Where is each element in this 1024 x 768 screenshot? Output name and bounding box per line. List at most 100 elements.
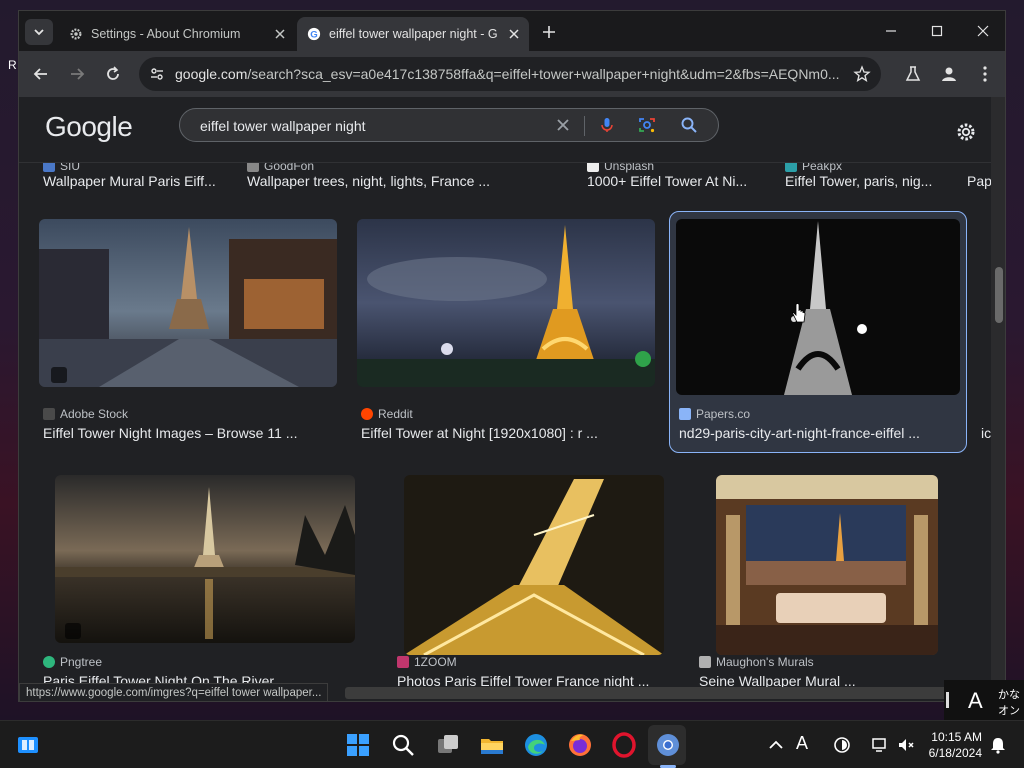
- close-window-icon[interactable]: [975, 23, 991, 39]
- file-explorer-icon[interactable]: [478, 731, 506, 759]
- source-name: Maughon's Murals: [716, 655, 814, 669]
- search-icon[interactable]: [680, 116, 698, 134]
- source-favicon: [679, 408, 691, 420]
- result-source: Maughon's Murals: [699, 655, 814, 669]
- profile-icon[interactable]: [939, 64, 959, 84]
- kebab-menu-icon[interactable]: [975, 64, 995, 84]
- image-badge-icon: [51, 367, 67, 383]
- clock-time: 10:15 AM: [931, 730, 982, 744]
- horizontal-scrollbar[interactable]: [345, 687, 955, 699]
- close-icon[interactable]: [273, 27, 287, 41]
- result-caption[interactable]: Wallpaper Mural Paris Eiff...: [43, 173, 229, 189]
- result-source: Reddit: [361, 407, 413, 421]
- tab-title: eiffel tower wallpaper night - G: [329, 27, 498, 41]
- search-divider: [584, 116, 585, 136]
- result-caption[interactable]: Eiffel Tower, paris, nig...: [785, 173, 941, 189]
- result-thumbnail[interactable]: [357, 219, 655, 387]
- result-thumbnail[interactable]: [404, 475, 664, 655]
- browser-window: Settings - About Chromium G eiffel tower…: [18, 10, 1006, 702]
- ime-mode-letter[interactable]: A: [968, 688, 983, 714]
- tray-chevron-up-icon[interactable]: [766, 735, 786, 755]
- site-info-icon[interactable]: [149, 66, 165, 82]
- image-results: SIU Wallpaper Mural Paris Eiff... GoodFo…: [19, 159, 991, 687]
- chromium-icon[interactable]: [654, 731, 682, 759]
- taskbar: A 10:15 AM 6/18/2024: [0, 720, 1024, 768]
- new-tab-icon[interactable]: [539, 22, 559, 42]
- result-caption[interactable]: Seine Wallpaper Mural ...: [699, 673, 919, 687]
- firefox-icon[interactable]: [566, 731, 594, 759]
- clock-date: 6/18/2024: [928, 746, 982, 760]
- edge-browser-icon[interactable]: [522, 731, 550, 759]
- result-thumbnail[interactable]: [55, 475, 355, 643]
- tray-font-icon[interactable]: A: [792, 733, 812, 753]
- ime-indicator[interactable]: A かな オン: [944, 680, 1024, 720]
- address-host: google.com: [175, 66, 248, 82]
- source-name: Papers.co: [696, 407, 751, 421]
- back-arrow-icon[interactable]: [31, 64, 51, 84]
- result-source: Papers.co: [679, 407, 750, 421]
- result-caption[interactable]: Photos Paris Eiffel Tower France night .…: [397, 673, 657, 687]
- opera-icon[interactable]: [610, 731, 638, 759]
- chevron-down-icon: [34, 29, 44, 36]
- bookmark-star-icon[interactable]: [853, 65, 871, 83]
- ime-separator: [946, 692, 949, 708]
- vertical-scroll-thumb[interactable]: [995, 267, 1003, 323]
- browser-toolbar: google.com/search?sca_esv=a0e417c138758f…: [19, 51, 1005, 97]
- reload-icon[interactable]: [103, 64, 123, 84]
- status-bar-url: https://www.google.com/imgres?q=eiffel t…: [19, 683, 329, 701]
- tab-search-button[interactable]: [25, 19, 53, 45]
- clear-icon[interactable]: [554, 116, 572, 134]
- volume-muted-icon[interactable]: [896, 735, 916, 755]
- page-content: Google eiffel tower wallpaper night SIU …: [19, 97, 991, 687]
- source-name: Adobe Stock: [60, 407, 129, 421]
- google-logo[interactable]: Google: [45, 111, 133, 143]
- tab-google-search[interactable]: G eiffel tower wallpaper night - G: [297, 17, 529, 51]
- tab-settings[interactable]: Settings - About Chromium: [59, 17, 295, 51]
- result-caption[interactable]: ic: [981, 425, 991, 441]
- source-favicon: [43, 656, 55, 668]
- notification-bell-icon[interactable]: [988, 735, 1008, 755]
- address-text: google.com/search?sca_esv=a0e417c138758f…: [175, 66, 847, 82]
- source-name: 1ZOOM: [414, 655, 457, 669]
- svg-text:G: G: [310, 30, 317, 41]
- tab-title: Settings - About Chromium: [91, 27, 241, 41]
- result-caption[interactable]: Wallpaper trees, night, lights, France .…: [247, 173, 497, 189]
- result-caption[interactable]: 1000+ Eiffel Tower At Ni...: [587, 173, 755, 189]
- result-thumbnail[interactable]: [676, 219, 960, 395]
- source-name: Pngtree: [60, 655, 103, 669]
- forward-arrow-icon[interactable]: [67, 64, 87, 84]
- result-caption[interactable]: Eiffel Tower at Night [1920x1080] : r ..…: [361, 425, 651, 441]
- maximize-icon[interactable]: [929, 23, 945, 39]
- tab-strip: Settings - About Chromium G eiffel tower…: [19, 11, 1005, 51]
- network-icon[interactable]: [870, 735, 890, 755]
- system-clock[interactable]: 10:15 AM 6/18/2024: [928, 729, 982, 761]
- result-caption[interactable]: nd29-paris-city-art-night-france-eiffel …: [679, 425, 955, 441]
- settings-gear-icon[interactable]: [955, 121, 977, 143]
- result-source: Pngtree: [43, 655, 102, 669]
- address-bar[interactable]: google.com/search?sca_esv=a0e417c138758f…: [139, 57, 881, 91]
- result-caption[interactable]: Eiffel Tower Night Images – Browse 11 ..…: [43, 425, 323, 441]
- thumbnail-eiffel-from-below: [404, 475, 664, 655]
- google-g-icon: G: [307, 27, 321, 41]
- task-view-icon[interactable]: [434, 731, 462, 759]
- source-favicon: [699, 656, 711, 668]
- labs-flask-icon[interactable]: [903, 64, 923, 84]
- result-thumbnail[interactable]: [39, 219, 337, 387]
- vertical-scrollbar[interactable]: [991, 97, 1005, 687]
- google-header: Google eiffel tower wallpaper night: [19, 97, 991, 163]
- thumbnail-eiffel-rainy-street: [39, 219, 337, 387]
- microphone-icon[interactable]: [598, 116, 616, 134]
- source-favicon: [43, 408, 55, 420]
- windows-start-icon[interactable]: [344, 731, 372, 759]
- lens-camera-icon[interactable]: [638, 116, 656, 134]
- thumbnail-eiffel-black-white: [676, 219, 960, 395]
- search-box[interactable]: eiffel tower wallpaper night: [179, 108, 719, 142]
- desktop-widget-icon[interactable]: [14, 731, 42, 759]
- tray-status-icon[interactable]: [832, 735, 852, 755]
- result-caption[interactable]: Pap: [967, 173, 991, 189]
- search-query[interactable]: eiffel tower wallpaper night: [200, 118, 366, 134]
- close-icon[interactable]: [507, 27, 521, 41]
- minimize-icon[interactable]: [883, 23, 899, 39]
- result-thumbnail[interactable]: [716, 475, 938, 655]
- taskbar-search-icon[interactable]: [389, 731, 417, 759]
